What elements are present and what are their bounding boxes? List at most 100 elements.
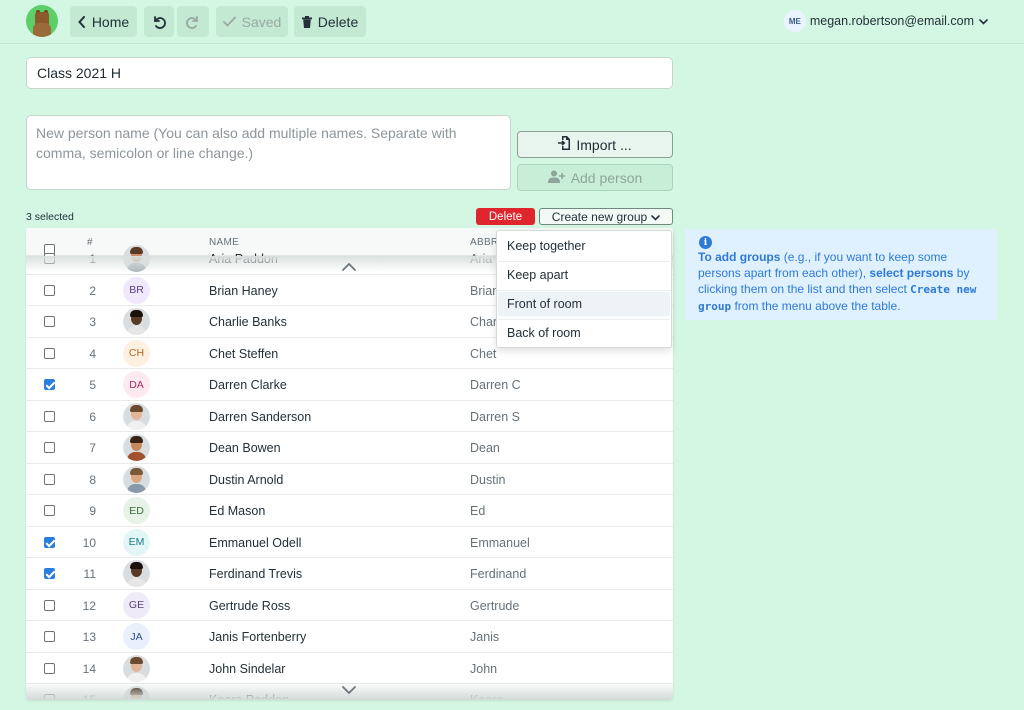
delete-class-button[interactable]: Delete	[294, 6, 366, 37]
info-bold-1: To add groups	[698, 250, 781, 264]
avatar	[123, 654, 150, 682]
person-abbr: John	[470, 661, 498, 676]
person-name: Emmanuel Odell	[209, 535, 302, 550]
create-group-label: Create new group	[551, 209, 648, 224]
table-row[interactable]: 9 ED Ed Mason Ed	[26, 495, 673, 527]
table-row[interactable]: 6 Darren Sanderson Darren S	[26, 401, 673, 432]
person-name: Darren Sanderson	[209, 409, 312, 424]
selected-count: 3 selected	[26, 211, 74, 223]
table-row[interactable]: 8 Dustin Arnold Dustin	[26, 464, 673, 495]
scroll-down-icon[interactable]	[342, 682, 356, 700]
row-checkbox[interactable]	[44, 505, 55, 519]
row-checkbox[interactable]	[44, 442, 55, 456]
avatar: CH	[123, 339, 150, 367]
user-email: megan.robertson@email.com	[809, 14, 974, 28]
new-person-input[interactable]	[26, 115, 511, 190]
menu-item-keep-together[interactable]: Keep together	[498, 234, 670, 258]
table-row[interactable]: 12 GE Gertrude Ross Gertrude	[26, 590, 673, 621]
chevron-left-icon	[77, 15, 86, 28]
person-abbr: Dustin	[470, 472, 506, 487]
row-number: 12	[82, 598, 96, 613]
table-row[interactable]: 10 EM Emmanuel Odell Emmanuel	[26, 527, 673, 558]
create-group-button[interactable]: Create new group	[539, 208, 673, 225]
person-name: Ferdinand Trevis	[209, 567, 303, 581]
row-number: 3	[89, 315, 96, 329]
import-label: Import ...	[576, 136, 632, 153]
person-abbr: Ed	[470, 504, 486, 518]
person-abbr: Dean	[470, 441, 500, 455]
undo-button[interactable]	[144, 6, 174, 37]
row-checkbox[interactable]	[44, 316, 55, 330]
row-checkbox[interactable]	[44, 568, 55, 582]
person-name: Charlie Banks	[209, 315, 287, 329]
add-person-label: Add person	[570, 169, 643, 186]
row-checkbox[interactable]	[44, 662, 55, 677]
person-name: Dean Bowen	[209, 441, 281, 455]
row-number: 9	[89, 504, 96, 518]
person-name: Darren Clarke	[209, 378, 287, 392]
row-checkbox[interactable]	[44, 284, 55, 299]
create-group-menu: Keep together Keep apart Front of room B…	[496, 230, 672, 348]
row-number: 11	[83, 567, 96, 581]
user-menu[interactable]: ME megan.robertson@email.com	[783, 10, 988, 32]
row-checkbox[interactable]	[44, 410, 55, 425]
user-plus-icon	[547, 170, 565, 186]
avatar	[123, 308, 150, 335]
row-checkbox[interactable]	[44, 473, 55, 488]
avatar	[123, 465, 150, 493]
row-checkbox[interactable]	[44, 347, 55, 362]
row-number: 6	[89, 409, 96, 424]
home-label: Home	[91, 13, 130, 30]
avatar	[123, 434, 150, 461]
user-avatar: ME	[783, 10, 806, 32]
person-abbr: Janis	[470, 630, 500, 644]
person-abbr: Darren C	[470, 378, 521, 392]
trash-icon	[301, 15, 312, 28]
row-checkbox[interactable]	[44, 631, 55, 645]
class-name-input[interactable]	[26, 57, 673, 89]
person-abbr: Chet	[470, 346, 497, 361]
saved-button[interactable]: Saved	[216, 6, 288, 37]
avatar	[123, 560, 150, 587]
person-name: Brian Haney	[209, 283, 278, 298]
menu-item-back-of-room[interactable]: Back of room	[498, 321, 670, 345]
table-row[interactable]: 7 Dean Bowen Dean	[26, 432, 673, 464]
person-name: John Sindelar	[209, 661, 286, 676]
table-row[interactable]: 14 John Sindelar John	[26, 653, 673, 684]
app-logo[interactable]	[26, 5, 58, 37]
add-person-button[interactable]: Add person	[517, 164, 673, 191]
table-row[interactable]: 11 Ferdinand Trevis Ferdinand	[26, 558, 673, 590]
redo-button[interactable]	[177, 6, 209, 37]
row-checkbox[interactable]	[44, 599, 55, 614]
file-import-icon	[558, 136, 571, 153]
chevron-down-icon	[979, 14, 988, 28]
home-button[interactable]: Home	[70, 6, 137, 37]
row-checkbox[interactable]	[44, 379, 55, 393]
info-bold-2: select persons	[869, 266, 954, 280]
person-abbr: Darren S	[470, 409, 521, 424]
row-number: 14	[82, 661, 96, 676]
person-name: Ed Mason	[209, 504, 266, 518]
info-box: i To add groups (e.g., if you want to ke…	[685, 229, 997, 320]
person-name: Gertrude Ross	[209, 598, 291, 613]
row-number: 10	[82, 535, 96, 550]
row-number: 2	[89, 283, 96, 298]
delete-selected-button[interactable]: Delete	[476, 208, 535, 225]
person-abbr: Gertrude	[470, 598, 520, 613]
info-text-3: from the menu above the table.	[731, 299, 901, 313]
table-row[interactable]: 5 DA Darren Clarke Darren C	[26, 369, 673, 401]
row-checkbox[interactable]	[44, 536, 55, 551]
menu-item-keep-apart[interactable]: Keep apart	[498, 263, 670, 287]
saved-label: Saved	[241, 13, 282, 30]
redo-icon	[186, 15, 200, 29]
person-abbr: Brian	[470, 283, 500, 298]
avatar	[123, 402, 150, 430]
menu-item-front-of-room[interactable]: Front of room	[498, 292, 670, 316]
scroll-up-icon[interactable]	[342, 258, 356, 276]
import-button[interactable]: Import ...	[517, 131, 673, 158]
top-bar: Home Saved Delete ME megan.robertson@ema…	[0, 0, 1024, 44]
person-abbr: Ferdinand	[470, 567, 527, 581]
table-row[interactable]: 13 JA Janis Fortenberry Janis	[26, 621, 673, 653]
person-name: Dustin Arnold	[209, 472, 284, 487]
row-number: 8	[89, 472, 96, 487]
